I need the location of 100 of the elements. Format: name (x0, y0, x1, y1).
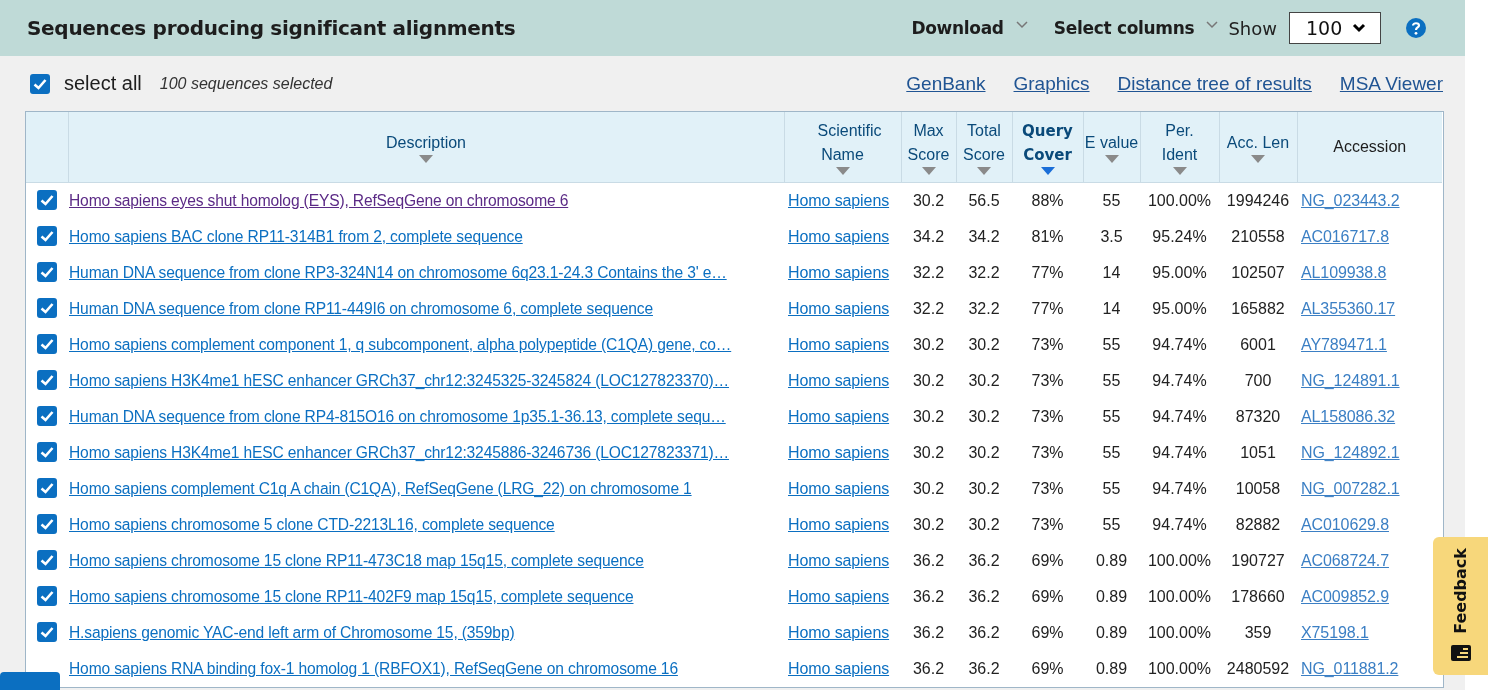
toolbar-link[interactable]: Graphics (1013, 72, 1090, 95)
checkbox[interactable] (37, 477, 57, 498)
table-cell: 100.00% (1147, 552, 1212, 569)
checkbox[interactable] (37, 441, 57, 462)
table-cell: 55 (1102, 408, 1121, 425)
description-link[interactable]: Human DNA sequence from clone RP4-815O16 on chromosome 1p35.1-36.13, complete sequ… (69, 408, 726, 425)
accession-link[interactable]: NG_023443.2 (1301, 192, 1400, 209)
table-cell: 14 (1102, 300, 1121, 317)
species-link[interactable]: Homo sapiens (788, 300, 890, 317)
table-cell: 0.89 (1095, 624, 1128, 641)
table-cell: 100.00% (1147, 624, 1212, 641)
table-cell: 32.2 (912, 264, 945, 281)
chevron-icon (1206, 21, 1219, 29)
species-link[interactable]: Homo sapiens (788, 444, 890, 461)
accession-link[interactable]: NG_124891.1 (1301, 372, 1400, 389)
species-link[interactable]: Homo sapiens (788, 336, 890, 353)
species-link[interactable]: Homo sapiens (788, 588, 890, 605)
table-cell: 30.2 (912, 444, 945, 461)
accession-link[interactable]: AC068724.7 (1301, 552, 1389, 569)
species-link[interactable]: Homo sapiens (788, 408, 890, 425)
toolbar-link[interactable]: Distance tree of results (1117, 72, 1312, 95)
accession-link[interactable]: AC009852.9 (1301, 588, 1389, 605)
dropdown-menu[interactable]: Select columns (1053, 18, 1219, 38)
dropdown-menu[interactable]: Download (911, 18, 1028, 38)
accession-link[interactable]: AL355360.17 (1301, 300, 1396, 317)
accession-link[interactable]: AC010629.8 (1301, 516, 1389, 533)
table-cell: 55 (1102, 336, 1121, 353)
selection-count: 100 sequences selected (159, 74, 333, 93)
accession-link[interactable]: X75198.1 (1301, 624, 1369, 641)
description-link[interactable]: Homo sapiens chromosome 5 clone CTD-2213L16, complete sequence (69, 516, 555, 533)
description-link[interactable]: Homo sapiens chromosome 15 clone RP11-402F9 map 15q15, complete sequence (69, 588, 634, 605)
table-cell: 94.74% (1152, 372, 1207, 389)
table-cell: 94.74% (1152, 516, 1207, 533)
table-cell: 95.00% (1152, 264, 1207, 281)
checkbox[interactable] (30, 73, 50, 94)
table-cell: 0.89 (1095, 660, 1128, 677)
accession-link[interactable]: AY789471.1 (1301, 336, 1387, 353)
species-link[interactable]: Homo sapiens (788, 660, 890, 677)
table-cell: 56.5 (968, 192, 1000, 209)
table-cell: 100.00% (1147, 588, 1212, 605)
checkbox[interactable] (37, 225, 57, 246)
checkbox[interactable] (37, 513, 57, 534)
species-link[interactable]: Homo sapiens (788, 624, 890, 641)
checkbox[interactable] (37, 405, 57, 426)
description-link[interactable]: Homo sapiens H3K4me1 hESC enhancer GRCh37_chr12:3245886-3246736 (LOC127823371)… (69, 444, 729, 461)
checkbox[interactable] (37, 189, 57, 210)
accession-link[interactable]: AC016717.8 (1301, 228, 1389, 245)
table-cell: 32.2 (968, 300, 1000, 317)
description-link[interactable]: Homo sapiens BAC clone RP11-314B1 from 2, complete sequence (69, 228, 523, 245)
accession-link[interactable]: AL158086.32 (1301, 408, 1396, 425)
table-cell: 30.2 (912, 192, 945, 209)
show-label: Show (1228, 17, 1277, 39)
description-link[interactable]: H.sapiens genomic YAC-end left arm of Chromosome 15, (359bp) (69, 624, 515, 641)
table-cell: 34.2 (912, 228, 945, 245)
species-link[interactable]: Homo sapiens (788, 480, 890, 497)
checkbox[interactable] (37, 261, 57, 282)
chevron-icon (1352, 23, 1367, 33)
species-link[interactable]: Homo sapiens (788, 228, 890, 245)
table-cell: 55 (1102, 516, 1121, 533)
select-all-label[interactable]: select all (64, 72, 142, 95)
toolbar-link[interactable]: GenBank (906, 72, 986, 95)
species-link[interactable]: Homo sapiens (788, 192, 890, 209)
table-cell: 69% (1031, 660, 1064, 677)
accession-link[interactable]: NG_124892.1 (1301, 444, 1400, 461)
description-link[interactable]: Human DNA sequence from clone RP3-324N14 on chromosome 6q23.1-24.3 Contains the 3' e… (69, 264, 727, 281)
description-link[interactable]: Homo sapiens complement component 1, q subcomponent, alpha polypeptide (C1QA) gene, co… (69, 336, 732, 353)
species-link[interactable]: Homo sapiens (788, 372, 890, 389)
description-link[interactable]: Homo sapiens chromosome 15 clone RP11-473C18 map 15q15, complete sequence (69, 552, 644, 569)
show-select[interactable]: 100 (1289, 12, 1381, 44)
table-cell: 36.2 (912, 624, 945, 641)
description-link[interactable]: Homo sapiens H3K4me1 hESC enhancer GRCh37_chr12:3245325-3245824 (LOC127823370)… (69, 372, 729, 389)
table-cell: 69% (1031, 552, 1064, 569)
checkbox[interactable] (37, 549, 57, 570)
checkbox[interactable] (37, 297, 57, 318)
table-cell: 0.89 (1095, 588, 1128, 605)
description-link[interactable]: Homo sapiens eyes shut homolog (EYS), RefSeqGene on chromosome 6 (69, 192, 569, 209)
table-cell: 30.2 (912, 336, 945, 353)
description-link[interactable]: Homo sapiens complement C1q A chain (C1QA), RefSeqGene (LRG_22) on chromosome 1 (69, 480, 692, 497)
species-link[interactable]: Homo sapiens (788, 552, 890, 569)
table-cell: 88% (1031, 192, 1064, 209)
checkbox[interactable] (37, 585, 57, 606)
checkbox[interactable] (37, 621, 57, 642)
table-cell: 14 (1102, 264, 1121, 281)
table-cell: 36.2 (912, 552, 945, 569)
table-cell: 73% (1031, 408, 1064, 425)
description-link[interactable]: Homo sapiens RNA binding fox-1 homolog 1 (RBFOX1), RefSeqGene on chromosome 16 (69, 660, 678, 677)
species-link[interactable]: Homo sapiens (788, 516, 890, 533)
help-icon[interactable] (1405, 17, 1427, 39)
chevron-icon (1015, 21, 1028, 29)
table-cell: 30.2 (968, 516, 1000, 533)
table-cell: 95.24% (1152, 228, 1207, 245)
feedback-tab[interactable]: Feedback (1433, 537, 1488, 675)
species-link[interactable]: Homo sapiens (788, 264, 890, 281)
checkbox[interactable] (37, 369, 57, 390)
accession-link[interactable]: AL109938.8 (1301, 264, 1387, 281)
accession-link[interactable]: NG_007282.1 (1301, 480, 1400, 497)
toolbar-link[interactable]: MSA Viewer (1339, 72, 1443, 95)
checkbox[interactable] (37, 333, 57, 354)
accession-link[interactable]: NG_011881.2 (1301, 660, 1399, 677)
description-link[interactable]: Human DNA sequence from clone RP11-449I6 on chromosome 6, complete sequence (69, 300, 653, 317)
